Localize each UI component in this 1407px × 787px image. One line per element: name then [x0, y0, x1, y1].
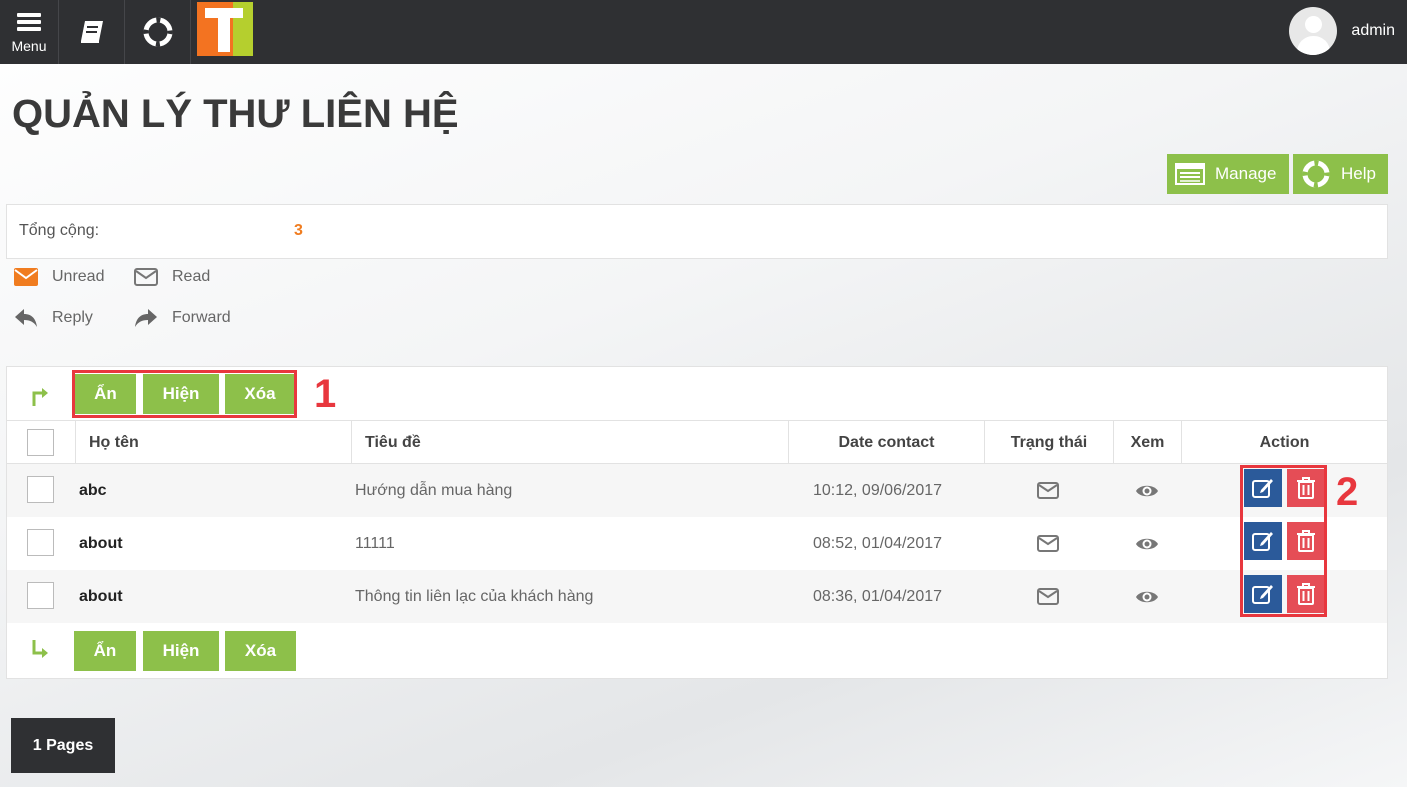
row-subject[interactable]: Hướng dẫn mua hàng: [355, 464, 512, 517]
menu-button[interactable]: Menu: [0, 0, 59, 64]
legend-read: Read: [134, 268, 210, 286]
summary-box: Tổng cộng: 3: [6, 204, 1388, 259]
page-title: QUẢN LÝ THƯ LIÊN HỆ: [12, 92, 459, 136]
column-header-status[interactable]: Trạng thái: [985, 421, 1114, 465]
help-button[interactable]: Help: [1293, 154, 1388, 194]
user-profile[interactable]: admin: [1289, 4, 1395, 58]
column-header-date[interactable]: Date contact: [789, 421, 985, 465]
list-icon: [1175, 163, 1205, 185]
select-all-cell: [7, 421, 76, 465]
brand-logo[interactable]: [197, 2, 253, 56]
lifebuoy-icon: [1302, 160, 1330, 188]
legend-reply-label: Reply: [52, 309, 93, 326]
legend-reply: Reply: [14, 308, 93, 328]
corner-arrow-down-right-icon: [32, 640, 48, 658]
avatar: [1289, 7, 1338, 55]
envelope-outline-icon: [134, 268, 158, 286]
hide-button-bottom[interactable]: Ẩn: [74, 631, 136, 671]
legend-read-label: Read: [172, 268, 211, 285]
corner-arrow-up-right-icon: [32, 388, 48, 406]
hamburger-menu-icon: [17, 10, 41, 34]
highlight-box-bulk-actions: [72, 370, 297, 418]
view-eye-icon[interactable]: [1135, 517, 1159, 570]
legend-unread-label: Unread: [52, 268, 105, 285]
row-name: about: [79, 587, 123, 605]
status-read-icon[interactable]: [1037, 464, 1059, 517]
highlight-box-row-actions: [1240, 465, 1327, 617]
forward-icon: [135, 309, 157, 327]
username: admin: [1351, 22, 1395, 39]
reply-icon: [15, 309, 37, 327]
view-eye-icon[interactable]: [1135, 464, 1159, 517]
row-name: abc: [79, 481, 107, 499]
row-checkbox[interactable]: [27, 476, 54, 503]
select-all-checkbox[interactable]: [27, 429, 54, 456]
menu-label: Menu: [11, 38, 47, 54]
pagination-button[interactable]: 1 Pages: [11, 718, 115, 773]
legend-forward-label: Forward: [172, 309, 231, 326]
table-row[interactable]: about 11111 08:52, 01/04/2017: [7, 517, 1387, 570]
row-date: 08:36, 01/04/2017: [813, 587, 943, 605]
row-name: about: [79, 534, 123, 552]
legend-forward: Forward: [134, 308, 231, 328]
row-date: 08:52, 01/04/2017: [813, 534, 943, 552]
row-date: 10:12, 09/06/2017: [813, 481, 943, 499]
show-button-bottom[interactable]: Hiện: [143, 631, 219, 671]
annotation-number-2: 2: [1336, 470, 1359, 514]
column-header-action: Action: [1259, 434, 1310, 451]
top-navigation-bar: Menu admin: [0, 0, 1407, 64]
annotation-number-1: 1: [314, 372, 337, 416]
status-read-icon[interactable]: [1037, 570, 1059, 623]
manage-button[interactable]: Manage: [1167, 154, 1289, 194]
lifebuoy-icon: [143, 17, 172, 47]
row-subject[interactable]: 11111: [355, 517, 395, 570]
row-checkbox[interactable]: [27, 582, 54, 609]
table-row[interactable]: abc Hướng dẫn mua hàng 10:12, 09/06/2017: [7, 464, 1387, 517]
column-header-subject[interactable]: Tiêu đề: [352, 421, 789, 465]
total-label: Tổng cộng:: [19, 222, 100, 239]
table-row[interactable]: about Thông tin liên lạc của khách hàng …: [7, 570, 1387, 623]
delete-button-bottom[interactable]: Xóa: [225, 631, 296, 671]
manage-label: Manage: [1215, 164, 1277, 183]
column-header-name[interactable]: Họ tên: [76, 421, 352, 465]
column-header-view[interactable]: Xem: [1114, 421, 1182, 465]
row-subject[interactable]: Thông tin liên lạc của khách hàng: [355, 570, 593, 623]
row-checkbox[interactable]: [27, 529, 54, 556]
total-count: 3: [294, 222, 303, 239]
view-eye-icon[interactable]: [1135, 570, 1159, 623]
legend-unread: Unread: [14, 268, 104, 286]
book-icon: [80, 21, 103, 43]
status-read-icon[interactable]: [1037, 517, 1059, 570]
book-button[interactable]: [59, 0, 125, 64]
help-label: Help: [1341, 164, 1376, 183]
envelope-filled-icon: [14, 268, 38, 286]
help-lifebuoy-button[interactable]: [125, 0, 191, 64]
table-header: Họ tên Tiêu đề Date contact Trạng thái X…: [7, 420, 1387, 465]
